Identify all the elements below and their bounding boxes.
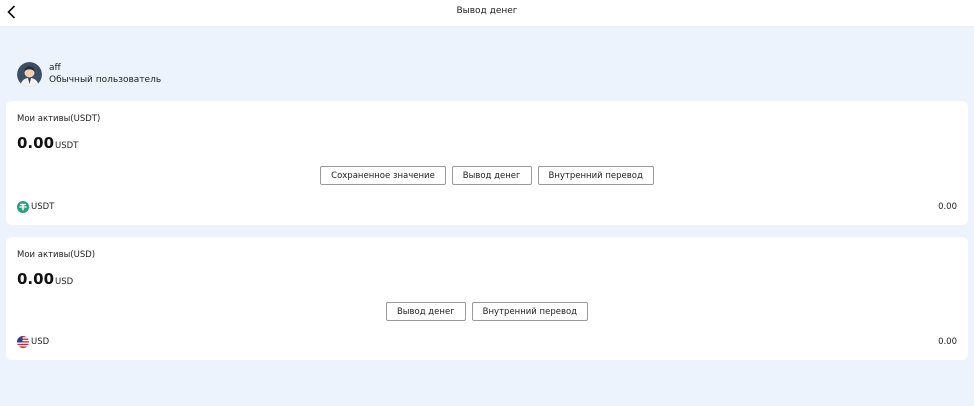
balance-unit: USDT bbox=[55, 141, 79, 151]
user-role: Обычный пользователь bbox=[49, 74, 162, 85]
card-title: Мои активы(USDT) bbox=[17, 114, 101, 124]
internal-transfer-button[interactable]: Внутренний перевод bbox=[537, 166, 654, 185]
asset-card-usd: Мои активы(USD) 0.00 USD Вывод денег Вну… bbox=[6, 237, 968, 360]
action-buttons: Сохраненное значение Вывод денег Внутрен… bbox=[6, 166, 968, 185]
user-info: aff Обычный пользователь bbox=[17, 61, 161, 87]
withdraw-button[interactable]: Вывод денег bbox=[385, 302, 466, 321]
page-title: Вывод денег bbox=[456, 6, 518, 16]
balance: 0.00 USD bbox=[17, 270, 73, 288]
asset-card-usdt: Мои активы(USDT) 0.00 USDT Сохраненное з… bbox=[6, 101, 968, 225]
balance: 0.00 USDT bbox=[17, 134, 78, 152]
asset-label: USDT bbox=[31, 202, 55, 212]
asset-value: 0.00 bbox=[938, 337, 957, 347]
user-avatar-icon bbox=[17, 61, 42, 87]
balance-amount: 0.00 bbox=[17, 270, 55, 288]
asset-value: 0.00 bbox=[938, 202, 957, 212]
us-flag-icon bbox=[17, 336, 29, 348]
balance-amount: 0.00 bbox=[17, 134, 55, 152]
withdraw-button[interactable]: Вывод денег bbox=[451, 166, 532, 185]
tether-icon bbox=[17, 201, 29, 213]
internal-transfer-button[interactable]: Внутренний перевод bbox=[471, 302, 589, 321]
user-name: aff bbox=[49, 62, 61, 73]
action-buttons: Вывод денег Внутренний перевод bbox=[6, 302, 968, 321]
asset-row-usdt: USDT 0.00 bbox=[17, 201, 957, 213]
asset-row-usd: USD 0.00 bbox=[17, 336, 957, 348]
avatar bbox=[17, 61, 42, 87]
top-bar: Вывод денег bbox=[0, 0, 974, 26]
card-title: Мои активы(USD) bbox=[17, 250, 96, 260]
balance-unit: USD bbox=[55, 277, 74, 287]
deposit-button[interactable]: Сохраненное значение bbox=[320, 166, 446, 185]
asset-label: USD bbox=[31, 337, 50, 347]
